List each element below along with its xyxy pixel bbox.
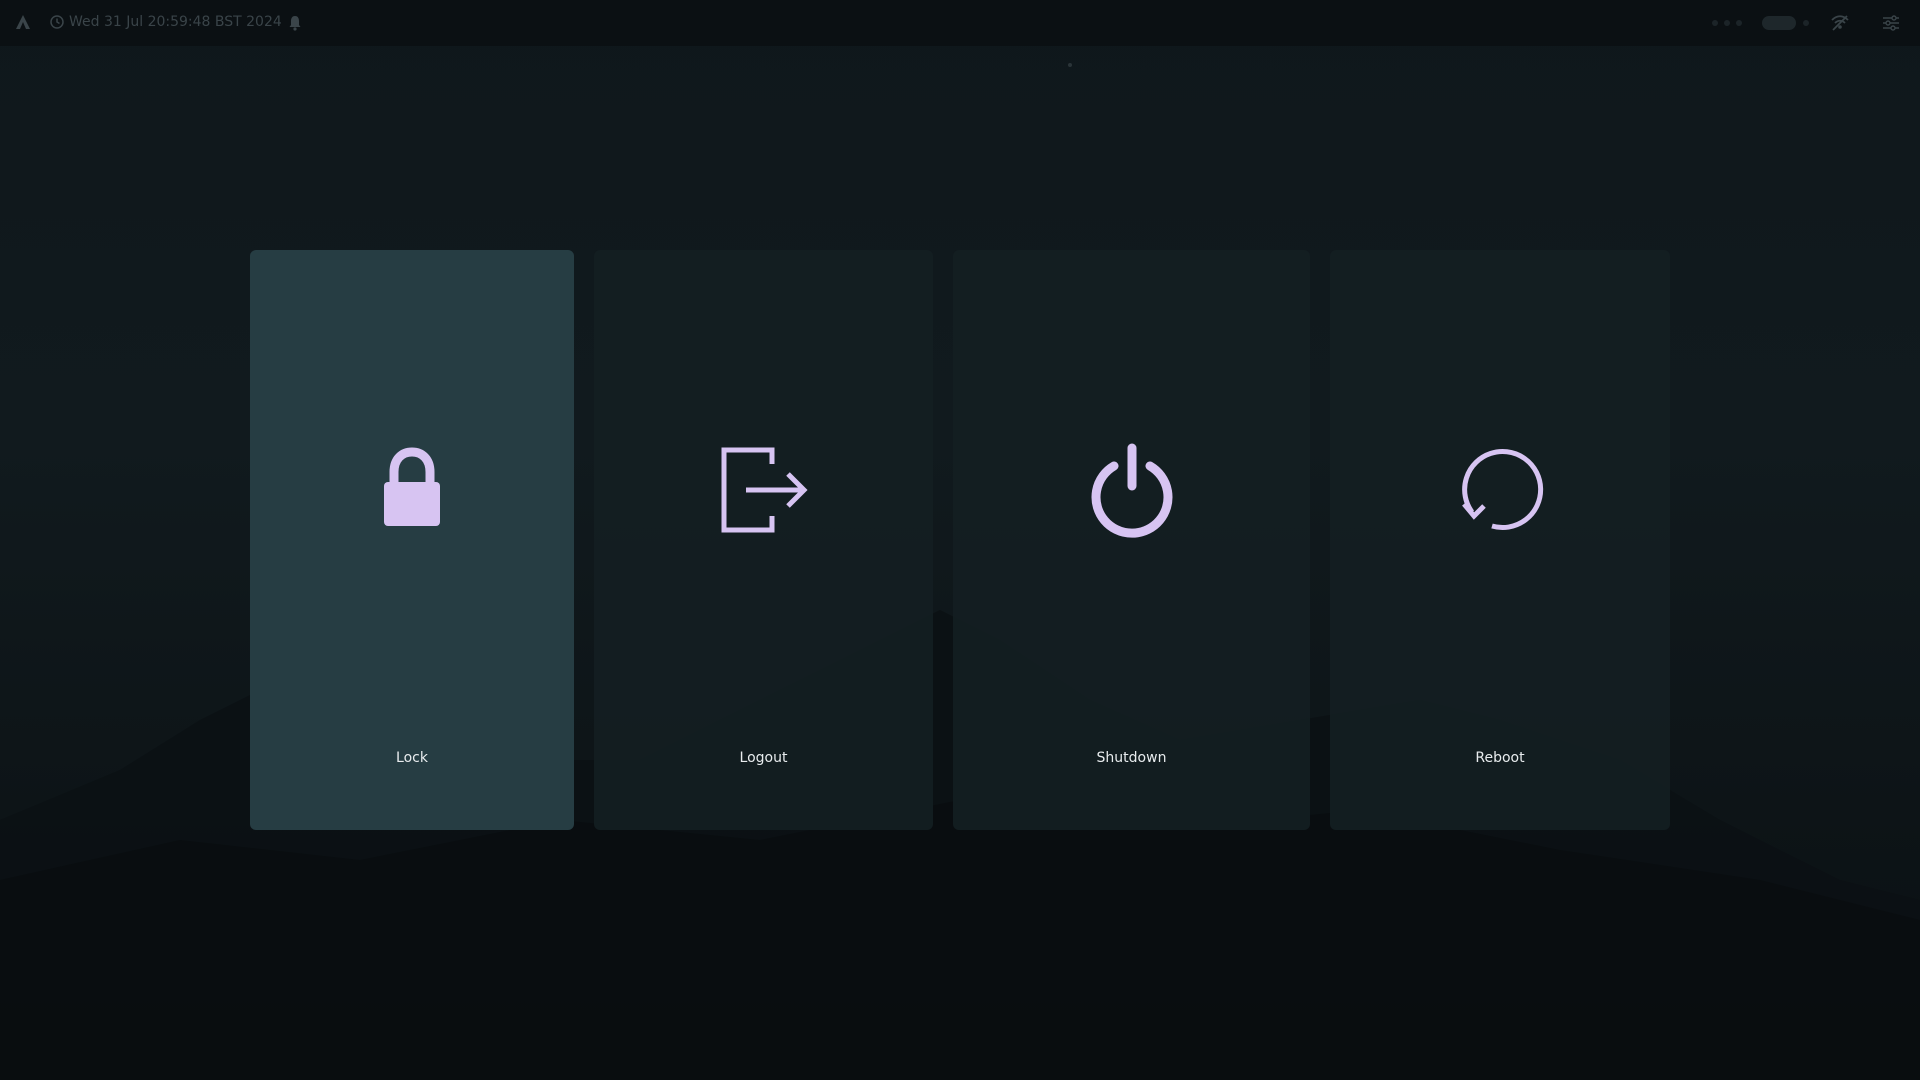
tray-indicators (1712, 20, 1742, 26)
lock-label: Lock (396, 750, 428, 766)
logout-icon (721, 447, 808, 533)
lock-icon (384, 447, 440, 526)
clock-widget[interactable]: Wed 31 Jul 20:59:48 BST 2024 (50, 14, 282, 30)
tray-dot (1736, 20, 1742, 26)
lock-option[interactable]: Lock (250, 250, 574, 830)
network-icon[interactable] (1830, 14, 1850, 32)
tray-dot (1724, 20, 1730, 26)
shutdown-label: Shutdown (1096, 750, 1167, 766)
desktop-wallpaper: Wed 31 Jul 20:59:48 BST 2024 Lock Logout… (0, 0, 1920, 1080)
reboot-option[interactable]: Reboot (1330, 250, 1670, 830)
indicator-dot (1068, 63, 1072, 67)
logout-label: Logout (739, 750, 788, 766)
reboot-label: Reboot (1475, 750, 1525, 766)
bell-icon[interactable] (288, 15, 302, 31)
clock-icon (50, 15, 64, 29)
power-icon (1091, 443, 1172, 538)
app-logo-icon[interactable] (14, 13, 32, 31)
top-bar: Wed 31 Jul 20:59:48 BST 2024 (0, 0, 1920, 46)
tray-dot (1712, 20, 1718, 26)
logout-option[interactable]: Logout (594, 250, 933, 830)
shutdown-option[interactable]: Shutdown (953, 250, 1310, 830)
clock-text: Wed 31 Jul 20:59:48 BST 2024 (69, 14, 282, 30)
settings-icon[interactable] (1882, 15, 1900, 31)
reboot-icon (1462, 449, 1544, 531)
tray-dot (1803, 20, 1809, 26)
tray-pill[interactable] (1762, 16, 1796, 30)
